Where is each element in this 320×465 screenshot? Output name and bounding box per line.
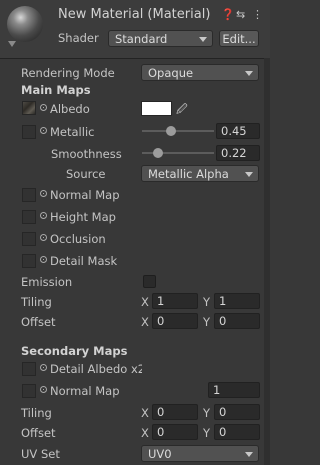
- occlusion-texture-slot[interactable]: [22, 232, 36, 246]
- material-preview-sphere-icon: [7, 6, 43, 42]
- chevron-down-icon: [245, 172, 253, 177]
- offset-y-field[interactable]: 0: [214, 313, 260, 329]
- rendering-mode-dropdown[interactable]: Opaque: [141, 64, 259, 81]
- source-dropdown[interactable]: Metallic Alpha: [141, 165, 259, 182]
- secondary-tiling-y-field[interactable]: 0: [214, 404, 260, 420]
- offset-x-label: X: [141, 315, 149, 329]
- source-label: Source: [66, 167, 106, 181]
- normal-map-texture-slot[interactable]: [22, 188, 36, 202]
- secondary-offset-x-label: X: [141, 426, 149, 440]
- menu-icon[interactable]: ⋮: [252, 8, 263, 21]
- tiling-label: Tiling: [21, 295, 52, 309]
- tiling-x-field[interactable]: 1: [152, 293, 198, 309]
- normal-map-label: Normal Map: [50, 188, 120, 202]
- secondary-tiling-x-field[interactable]: 0: [152, 404, 198, 420]
- object-picker-icon[interactable]: [40, 127, 47, 134]
- offset-label: Offset: [21, 315, 56, 329]
- height-map-label: Height Map: [50, 210, 116, 224]
- secondary-normal-map-texture-slot[interactable]: [22, 384, 36, 398]
- smoothness-value-field[interactable]: 0.22: [216, 145, 260, 161]
- albedo-color-swatch[interactable]: [141, 101, 172, 116]
- shader-value: Standard: [115, 32, 168, 46]
- metallic-texture-slot[interactable]: [22, 125, 36, 139]
- material-header: New Material (Material) ❓ ⇆ ⋮ Shader Sta…: [0, 0, 270, 59]
- metallic-slider-track[interactable]: [142, 130, 214, 132]
- detail-albedo-texture-slot[interactable]: [22, 362, 36, 376]
- tiling-x-label: X: [141, 295, 149, 309]
- detail-albedo-label: Detail Albedo x2: [50, 362, 142, 376]
- secondary-offset-label: Offset: [21, 426, 56, 440]
- height-map-texture-slot[interactable]: [22, 210, 36, 224]
- scrollbar[interactable]: [264, 58, 270, 465]
- secondary-offset-x-field[interactable]: 0: [152, 424, 198, 440]
- uv-set-value: UV0: [148, 447, 172, 461]
- metallic-label: Metallic: [50, 125, 95, 139]
- tiling-y-field[interactable]: 1: [214, 293, 260, 309]
- object-picker-icon[interactable]: [40, 386, 47, 393]
- rendering-mode-label: Rendering Mode: [21, 66, 115, 80]
- object-picker-icon[interactable]: [40, 212, 47, 219]
- source-value: Metallic Alpha: [148, 167, 229, 181]
- foldout-arrow-icon[interactable]: [8, 41, 16, 47]
- help-icon[interactable]: ❓: [221, 8, 235, 21]
- uv-set-label: UV Set: [21, 447, 60, 461]
- chevron-down-icon: [199, 37, 207, 42]
- metallic-value-field[interactable]: 0.45: [216, 123, 260, 139]
- secondary-normal-map-label: Normal Map: [50, 384, 120, 398]
- albedo-texture-slot[interactable]: [22, 101, 36, 115]
- secondary-offset-y-field[interactable]: 0: [214, 424, 260, 440]
- uv-set-dropdown[interactable]: UV0: [141, 445, 259, 462]
- emission-checkbox[interactable]: [143, 275, 156, 288]
- offset-y-label: Y: [203, 315, 211, 329]
- chevron-down-icon: [245, 71, 253, 76]
- secondary-tiling-y-label: Y: [203, 406, 211, 420]
- object-picker-icon[interactable]: [40, 364, 47, 371]
- offset-x-field[interactable]: 0: [152, 313, 198, 329]
- albedo-label: Albedo: [50, 102, 90, 116]
- smoothness-label: Smoothness: [51, 147, 122, 161]
- detail-mask-label: Detail Mask: [50, 254, 118, 268]
- metallic-slider-thumb[interactable]: [166, 126, 176, 136]
- emission-label: Emission: [21, 275, 73, 289]
- chevron-down-icon: [245, 452, 253, 457]
- object-picker-icon[interactable]: [40, 256, 47, 263]
- eyedropper-icon[interactable]: 🖉: [176, 101, 188, 120]
- shader-label: Shader: [58, 31, 99, 45]
- secondary-maps-title: Secondary Maps: [21, 344, 128, 358]
- object-picker-icon[interactable]: [40, 104, 47, 111]
- secondary-tiling-x-label: X: [141, 406, 149, 420]
- secondary-offset-y-label: Y: [203, 426, 211, 440]
- secondary-normal-scale-field[interactable]: 1: [208, 382, 260, 398]
- object-picker-icon[interactable]: [40, 234, 47, 241]
- detail-mask-texture-slot[interactable]: [22, 254, 36, 268]
- rendering-mode-value: Opaque: [148, 66, 194, 80]
- main-maps-title: Main Maps: [21, 83, 91, 97]
- occlusion-label: Occlusion: [50, 232, 106, 246]
- tiling-y-label: Y: [203, 295, 211, 309]
- secondary-tiling-label: Tiling: [21, 406, 52, 420]
- preset-icon[interactable]: ⇆: [236, 8, 245, 21]
- object-picker-icon[interactable]: [40, 190, 47, 197]
- shader-dropdown[interactable]: Standard: [108, 30, 213, 47]
- material-title: New Material (Material): [58, 7, 211, 22]
- smoothness-slider-thumb[interactable]: [153, 148, 163, 158]
- edit-shader-button[interactable]: Edit...: [219, 30, 259, 47]
